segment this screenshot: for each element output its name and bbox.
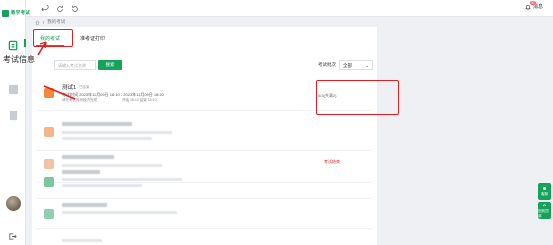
blurred-line [62,184,142,187]
breadcrumb: / 我的考试 [35,19,65,25]
annotation-label: 考试信息 [3,55,35,64]
status-select[interactable]: 全部 ⌄ [339,60,373,70]
notify-badge: 37 [529,1,536,5]
user-avatar[interactable] [6,196,21,211]
logo-text: 教学考试 [11,10,31,15]
status-filter-label: 考试批次 [318,62,336,67]
arrow-up-icon [542,203,547,206]
blurred-line [62,211,177,214]
notifications[interactable]: 37 消息 [525,1,543,10]
exam-ended-status: 考试结束 [324,159,340,164]
left-rail [0,0,26,245]
blurred-line [62,178,182,181]
blurred-title [62,203,107,207]
headset-icon [543,187,546,190]
blurred-title [62,170,100,174]
status-select-value: 全部 [343,63,352,68]
blurred-line [62,239,102,242]
exam-row[interactable] [36,167,372,199]
breadcrumb-separator: / [43,19,45,25]
logout-icon[interactable] [8,228,17,240]
exam-note-b: 开始 18:10 结束 18:10 [122,98,157,102]
list-nav-icon[interactable] [8,82,19,95]
exam-row[interactable] [36,199,372,229]
exam-title-text: 测试1 [62,85,77,91]
home-icon[interactable] [35,19,40,25]
active-indicator [24,39,26,47]
back-to-top-button[interactable]: 回到顶部 [538,202,551,219]
content-panel: 我的考试 准考证打印 请输入考试名称 搜索 考试批次 全部 ⌄ 测试1 已结束 … [32,27,377,245]
refresh-icon[interactable] [54,3,65,14]
blurred-title [62,155,114,159]
search-button[interactable]: 搜索 [98,60,122,70]
tab-admission-print[interactable]: 准考证打印 [76,32,109,46]
exam-title: 测试1 已结束 [62,83,90,92]
float-label: 回到顶部 [538,208,549,218]
reload-icon[interactable] [69,3,80,14]
float-label: 客服 [541,192,548,196]
top-bar: 37 消息 [26,0,553,17]
exam-row[interactable] [36,117,372,151]
exam-doc-icon [44,209,54,219]
customer-service-button[interactable]: 客服 [538,183,551,200]
search-input[interactable]: 请输入考试名称 [54,60,96,70]
exam-doc-icon [44,127,54,137]
app-logo: 教学考试 [2,9,38,17]
blurred-line [62,137,152,140]
breadcrumb-current: 我的考试 [47,19,66,24]
status-highlight-box [316,80,399,115]
exam-info-nav-icon[interactable] [8,38,19,51]
logo-mark-icon [2,9,9,17]
tab-highlight-box [33,29,73,47]
filter-bar: 请输入考试名称 搜索 考试批次 全部 ⌄ [54,60,374,70]
book-nav-icon[interactable] [8,108,19,121]
exam-note-a: 请在考试时间段内完成 [62,98,97,102]
blurred-title [62,122,132,126]
back-icon[interactable] [39,3,50,14]
exam-doc-icon [44,88,54,98]
chevron-down-icon: ⌄ [365,63,369,68]
blurred-line [62,131,172,134]
exam-doc-icon [44,177,54,187]
exam-status-tag: 已结束 [79,84,90,89]
